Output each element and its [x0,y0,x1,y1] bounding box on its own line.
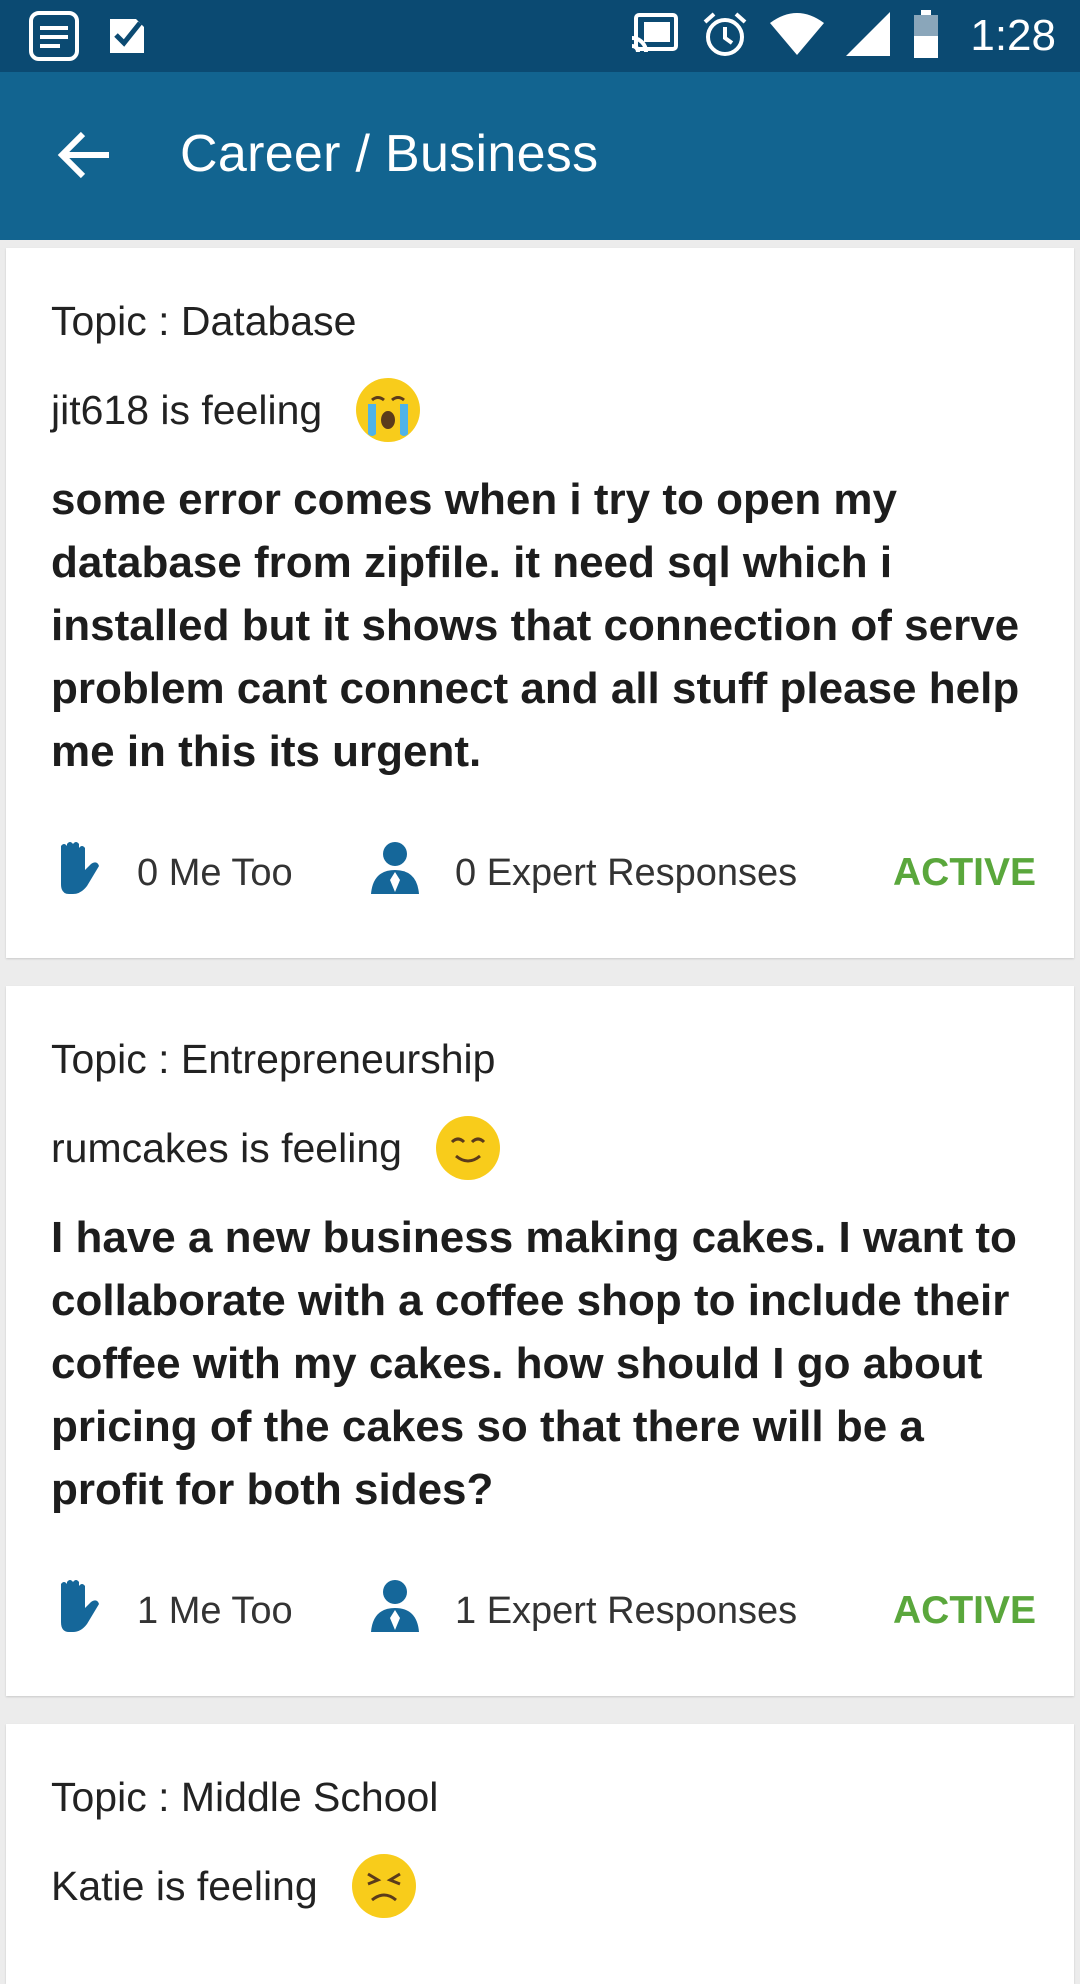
post-card[interactable]: Topic : Database jit618 is feeling some … [6,248,1074,958]
arrow-left-icon [57,131,113,184]
expert-responses-button[interactable]: 1 Expert Responses [369,1578,798,1644]
smiling-face-icon [435,1116,500,1180]
post-card[interactable]: Topic : Middle School Katie is feeling [6,1724,1074,1984]
status-badge: ACTIVE [892,1589,1036,1632]
me-too-count: 1 Me Too [137,1589,293,1632]
feeling-text: Katie is feeling [51,1862,318,1909]
post-topic: Topic : Entrepreneurship [51,1036,496,1082]
me-too-button[interactable]: 0 Me Too [51,840,293,906]
post-topic: Topic : Middle School [51,1774,439,1820]
expert-person-icon [369,1578,455,1644]
post-card[interactable]: Topic : Entrepreneurship rumcakes is fee… [6,986,1074,1696]
cast-icon [630,12,680,61]
page-title: Career / Business [180,125,599,183]
status-badge: ACTIVE [892,851,1036,894]
post-question: I have a new business making cakes. I wa… [51,1213,1017,1514]
back-button[interactable] [50,122,120,192]
post-feeling: Katie is feeling [51,1854,416,1918]
feeling-text: rumcakes is feeling [51,1124,402,1171]
feeling-text: jit618 is feeling [51,386,323,433]
app-bar: Career / Business [0,72,1080,240]
raised-hand-icon [51,1578,137,1644]
expert-responses-count: 0 Expert Responses [455,851,798,894]
crying-face-icon [356,378,421,442]
persevering-face-icon [351,1854,416,1918]
me-too-button[interactable]: 1 Me Too [51,1578,293,1644]
check-icon [106,13,152,64]
signal-icon [846,11,891,61]
post-feeling: rumcakes is feeling [51,1116,500,1180]
alarm-icon [702,10,748,63]
post-stats: 0 Me Too 0 Expert Responses ACTIVE [51,840,1036,906]
expert-responses-button[interactable]: 0 Expert Responses [369,840,798,906]
status-bar: 1:28 [0,0,1080,72]
raised-hand-icon [51,840,137,906]
me-too-count: 0 Me Too [137,851,293,894]
battery-icon [912,9,940,63]
post-feeling: jit618 is feeling [51,378,421,442]
notes-icon [28,10,80,67]
post-question: some error comes when i try to open my d… [51,475,1020,776]
wifi-icon [770,12,825,60]
expert-responses-count: 1 Expert Responses [455,1589,798,1632]
post-topic: Topic : Database [51,298,357,344]
post-stats: 1 Me Too 1 Expert Responses ACTIVE [51,1578,1036,1644]
expert-person-icon [369,840,455,906]
status-time: 1:28 [970,11,1056,60]
